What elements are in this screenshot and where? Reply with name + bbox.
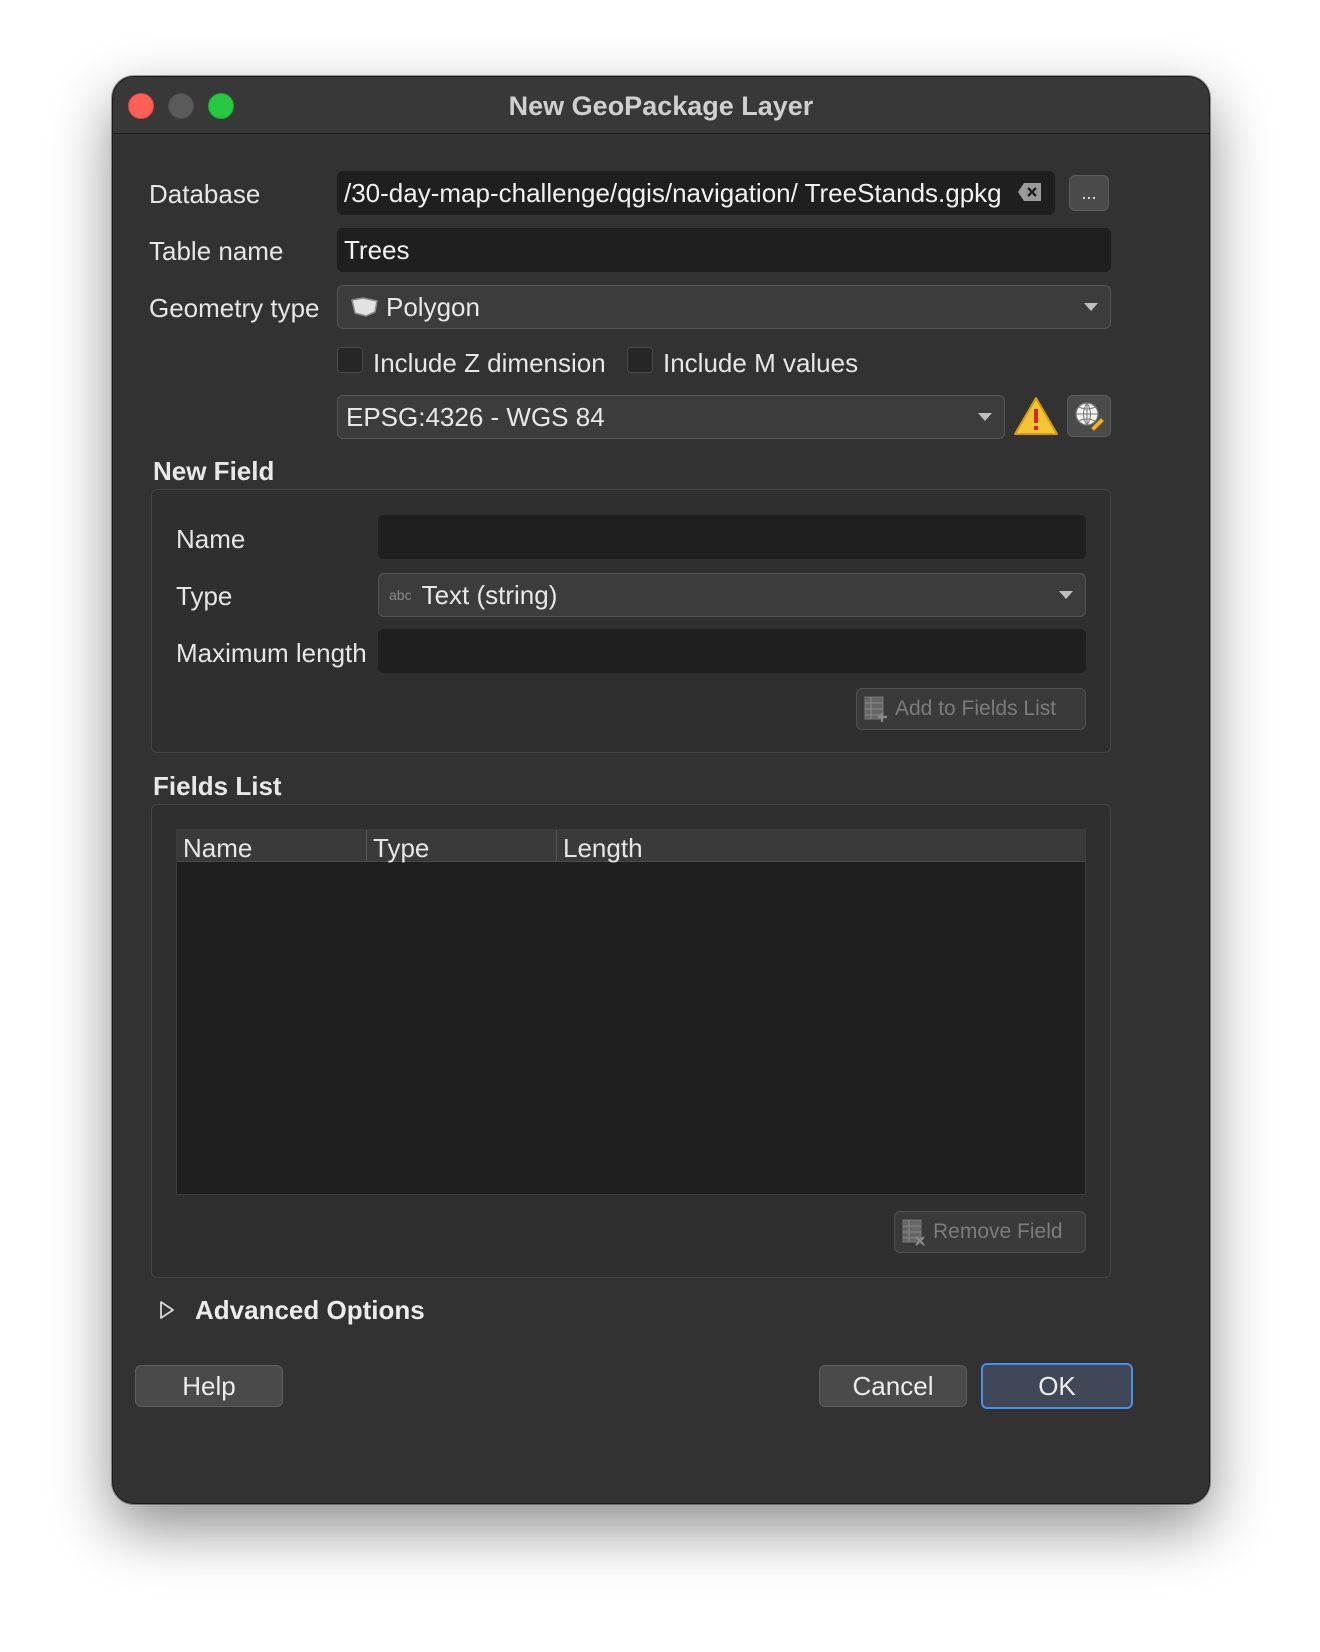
fields-table[interactable]: Name Type Length (176, 829, 1086, 1195)
chevron-down-icon (1059, 591, 1073, 599)
select-crs-button[interactable] (1067, 395, 1111, 437)
new-field-group: Name Type abc Text (string) Maximum leng… (151, 489, 1111, 753)
chevron-down-icon (1084, 303, 1098, 311)
add-to-fields-list-label: Add to Fields List (895, 697, 1057, 720)
new-field-title: New Field (153, 456, 275, 486)
column-header-type[interactable]: Type (367, 830, 557, 863)
warning-icon (1013, 395, 1059, 437)
ok-button[interactable]: OK (981, 1363, 1133, 1409)
add-field-icon (863, 695, 889, 723)
geometry-type-select[interactable]: Polygon (337, 285, 1111, 329)
database-path-value: /30-day-map-challenge/qgis/navigation/ T… (344, 177, 1002, 208)
advanced-options-label: Advanced Options (195, 1294, 425, 1325)
remove-field-icon (901, 1218, 927, 1246)
browse-database-button[interactable]: ... (1069, 175, 1109, 211)
new-geopackage-layer-dialog: New GeoPackage Layer Database /30-day-ma… (112, 76, 1210, 1504)
crs-select[interactable]: EPSG:4326 - WGS 84 (337, 395, 1005, 439)
clear-input-icon[interactable] (1017, 181, 1043, 203)
text-type-icon: abc (389, 587, 412, 603)
remove-field-button[interactable]: Remove Field (894, 1211, 1086, 1253)
chevron-down-icon (978, 413, 992, 421)
include-z-checkbox[interactable] (337, 347, 363, 373)
advanced-options-toggle[interactable]: Advanced Options (157, 1293, 425, 1327)
disclosure-triangle-icon (157, 1299, 177, 1321)
table-name-label: Table name (149, 236, 284, 266)
title-bar: New GeoPackage Layer (113, 77, 1209, 134)
max-length-label: Maximum length (176, 638, 367, 668)
fields-list-group: Name Type Length Remove Field (151, 804, 1111, 1278)
database-label: Database (149, 179, 261, 209)
column-header-name[interactable]: Name (177, 830, 367, 863)
crs-value: EPSG:4326 - WGS 84 (346, 401, 605, 432)
geometry-type-value: Polygon (386, 291, 480, 322)
fields-list-title: Fields List (153, 771, 282, 801)
include-m-label: Include M values (663, 348, 859, 378)
table-name-value: Trees (344, 234, 410, 265)
field-type-value: Text (string) (421, 579, 558, 610)
add-to-fields-list-button[interactable]: Add to Fields List (856, 688, 1086, 730)
field-type-label: Type (176, 581, 233, 611)
include-z-label: Include Z dimension (373, 348, 606, 378)
field-name-label: Name (176, 524, 246, 554)
column-header-length[interactable]: Length (557, 830, 1085, 863)
cancel-button[interactable]: Cancel (819, 1365, 967, 1407)
globe-icon (1073, 400, 1105, 432)
fields-table-header: Name Type Length (177, 830, 1085, 863)
field-name-input[interactable] (378, 515, 1086, 559)
database-path-input[interactable]: /30-day-map-challenge/qgis/navigation/ T… (337, 171, 1055, 215)
table-name-input[interactable]: Trees (337, 228, 1111, 272)
help-button[interactable]: Help (135, 1365, 283, 1407)
window-title: New GeoPackage Layer (508, 91, 814, 121)
include-m-checkbox[interactable] (627, 347, 653, 373)
max-length-input[interactable] (378, 629, 1086, 673)
geometry-type-label: Geometry type (149, 293, 320, 323)
polygon-icon (350, 296, 380, 318)
field-type-select[interactable]: abc Text (string) (378, 573, 1086, 617)
remove-field-label: Remove Field (933, 1220, 1063, 1243)
